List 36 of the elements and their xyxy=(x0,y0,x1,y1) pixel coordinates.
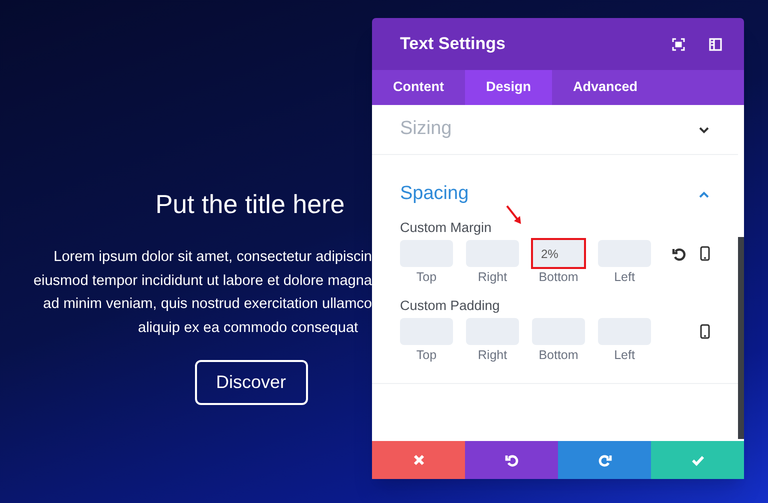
phone-icon[interactable] xyxy=(700,324,710,339)
field-caption: Bottom xyxy=(538,269,578,286)
input-field[interactable]: 2% xyxy=(531,238,586,269)
redo-icon xyxy=(598,453,612,467)
tab[interactable]: Design xyxy=(465,70,552,105)
annotation-arrow xyxy=(506,205,522,225)
sidebar-icon[interactable] xyxy=(709,38,722,50)
chevron-icon[interactable] xyxy=(698,124,710,134)
hero-text: aliquip ex ea commodo consequat xyxy=(137,318,360,338)
field-caption: Right xyxy=(478,269,508,286)
save-button[interactable] xyxy=(651,441,744,479)
field-caption: Top xyxy=(416,346,437,364)
reset-icon[interactable] xyxy=(672,246,686,260)
tab[interactable]: Content xyxy=(372,70,465,105)
field-label: Custom Margin xyxy=(400,219,493,237)
close-icon xyxy=(412,453,426,467)
fullscreen-icon[interactable] xyxy=(672,38,685,50)
tab[interactable]: Advanced xyxy=(552,70,659,105)
redo-button[interactable] xyxy=(558,441,651,479)
discover-button[interactable]: Discover xyxy=(194,360,308,404)
field-caption: Top xyxy=(416,269,437,286)
section-title[interactable]: Spacing xyxy=(400,180,698,208)
hero-title: Put the title here xyxy=(155,188,345,221)
field-caption: Bottom xyxy=(538,346,578,364)
field-caption: Left xyxy=(614,269,635,286)
phone-icon[interactable] xyxy=(700,246,710,261)
field-caption: Right xyxy=(478,346,508,364)
hero-text: Lorem ipsum dolor sit amet, consectetur adipiscin xyxy=(54,248,372,267)
field-caption: Left xyxy=(614,346,635,364)
undo-icon xyxy=(504,453,518,467)
undo-button[interactable] xyxy=(465,441,558,479)
field-label: Custom Padding xyxy=(400,296,501,315)
modal-title: Text Settings xyxy=(400,33,506,56)
scrollbar[interactable] xyxy=(738,237,744,439)
hero-text: eiusmod tempor incididunt ut labore et dolore magna xyxy=(33,272,372,290)
hero-text: ad minim veniam, quis nostrud exercitation ullamco xyxy=(43,295,372,314)
